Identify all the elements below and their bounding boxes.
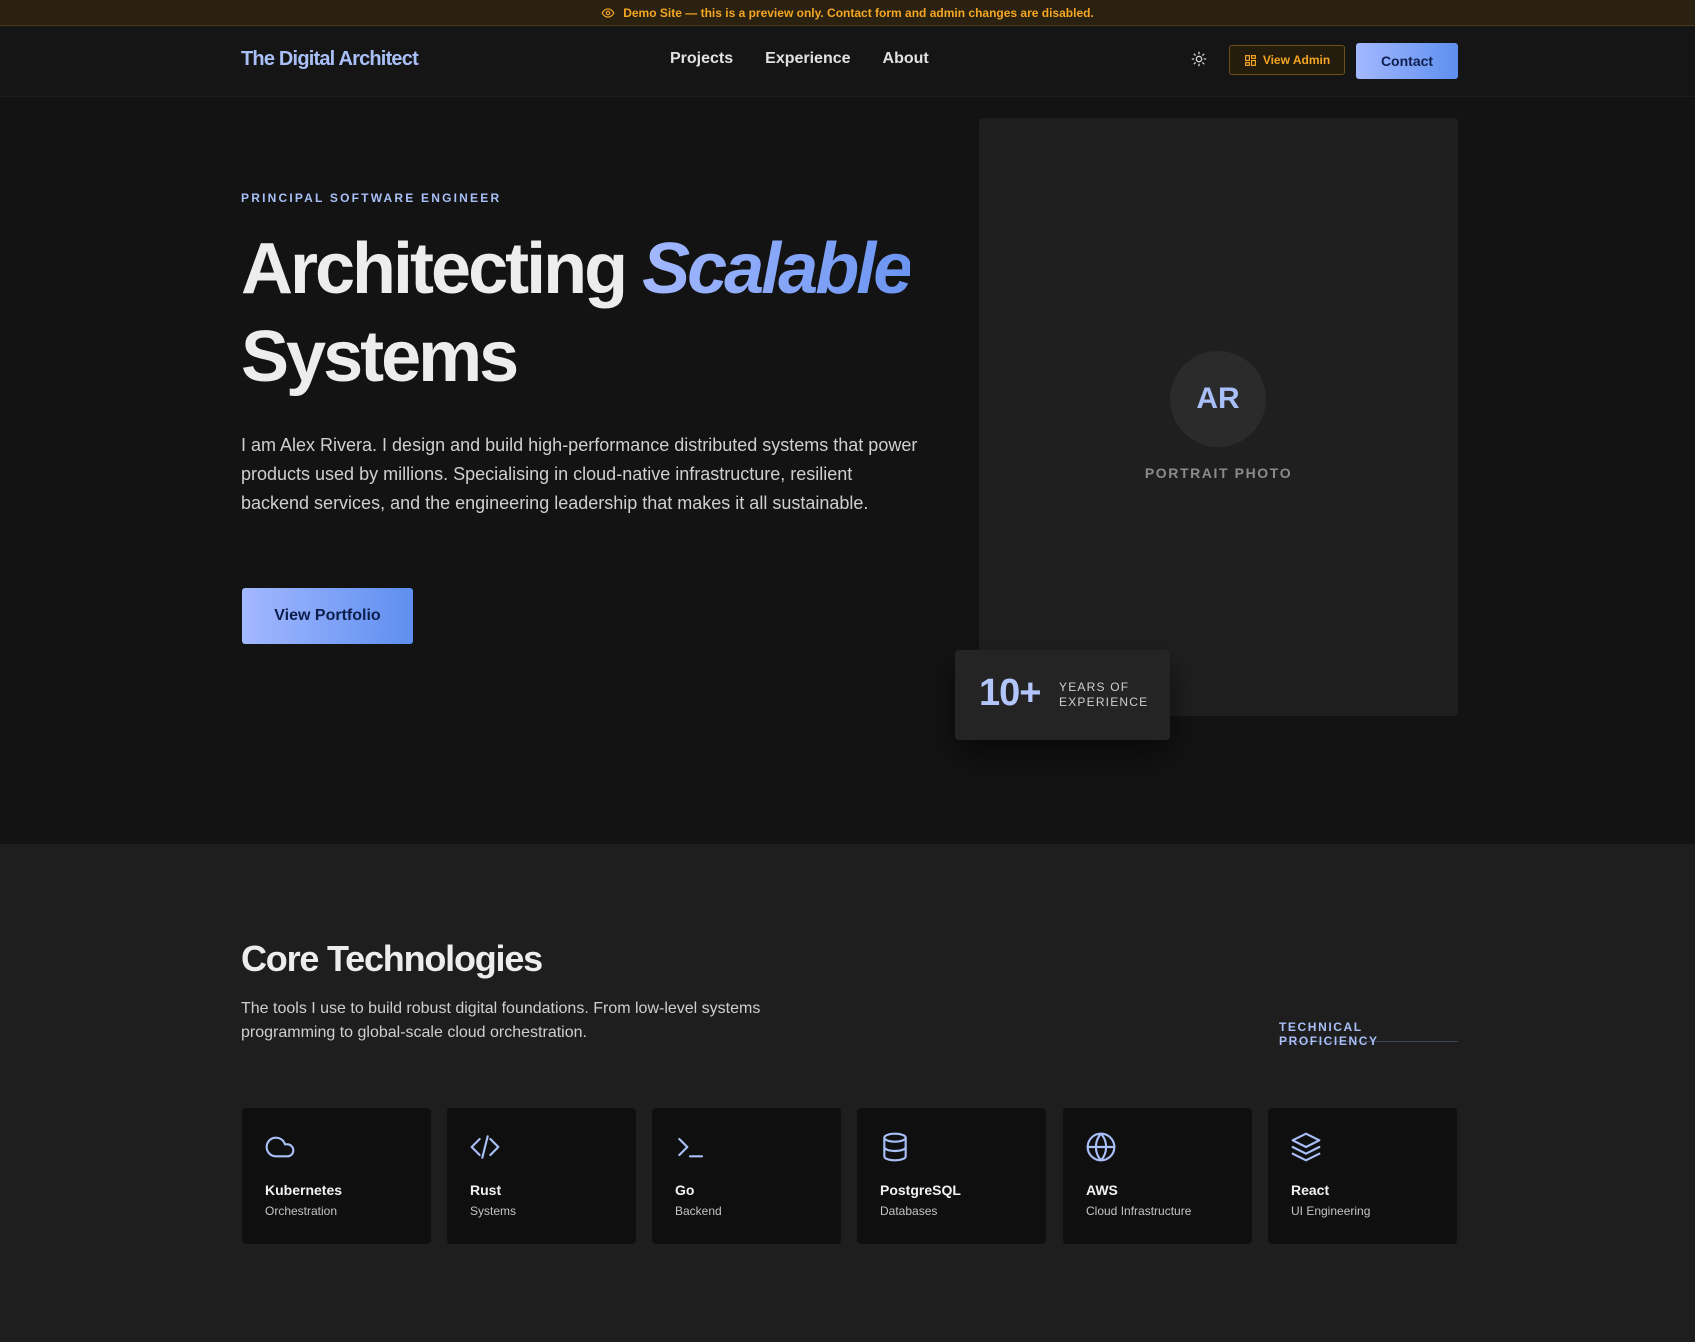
view-portfolio-button[interactable]: View Portfolio	[242, 588, 413, 644]
hero-title-part2: Systems	[241, 317, 519, 397]
experience-number: 10+	[979, 672, 1041, 714]
tech-card-go: Go Backend	[652, 1108, 841, 1244]
nav-link-experience[interactable]: Experience	[765, 50, 850, 68]
tech-name: Rust	[470, 1182, 502, 1198]
technologies-section: Core Technologies The tools I use to bui…	[0, 844, 1695, 1342]
demo-banner: Demo Site — this is a preview only. Cont…	[0, 0, 1695, 26]
technical-proficiency-link[interactable]: TECHNICAL PROFICIENCY	[1279, 1020, 1458, 1048]
theme-toggle-button[interactable]	[1189, 49, 1209, 69]
portrait-label: PORTRAIT PHOTO	[1144, 465, 1293, 481]
tech-card-kubernetes: Kubernetes Orchestration	[242, 1108, 431, 1244]
sun-icon	[1191, 51, 1207, 67]
nav-link-about[interactable]: About	[883, 50, 929, 68]
main-nav: Projects Experience About	[670, 50, 929, 68]
tech-name: Go	[675, 1182, 695, 1198]
globe-icon	[1086, 1132, 1116, 1162]
hero-title: Architecting Scalable Systems	[241, 225, 941, 401]
view-admin-label: View Admin	[1262, 53, 1331, 67]
tech-name: PostgreSQL	[880, 1182, 961, 1198]
dashboard-icon	[1244, 54, 1256, 66]
tech-card-rust: Rust Systems	[447, 1108, 636, 1244]
tech-card-aws: AWS Cloud Infrastructure	[1063, 1108, 1252, 1244]
section-description: The tools I use to build robust digital …	[241, 1000, 761, 1041]
tech-name: Kubernetes	[265, 1182, 343, 1198]
tech-category: Systems	[470, 1204, 517, 1218]
code-icon	[470, 1135, 500, 1159]
experience-card: 10+ YEARS OF EXPERIENCE	[955, 650, 1170, 740]
experience-label: YEARS OF EXPERIENCE	[1059, 680, 1149, 709]
cloud-icon	[265, 1136, 295, 1158]
view-admin-button[interactable]: View Admin	[1229, 45, 1345, 75]
database-icon	[883, 1132, 907, 1162]
layers-icon	[1291, 1132, 1321, 1162]
hero-title-part1: Architecting	[241, 229, 628, 309]
tech-category: Backend	[675, 1204, 722, 1218]
eye-icon	[601, 7, 615, 18]
demo-banner-text: Demo Site — this is a preview only. Cont…	[623, 5, 1094, 20]
tech-name: AWS	[1086, 1182, 1118, 1198]
section-title: Core Technologies	[241, 938, 543, 979]
hero-description: I am Alex Rivera. I design and build hig…	[241, 435, 918, 513]
avatar: AR	[1170, 351, 1266, 447]
tech-category: Orchestration	[265, 1204, 338, 1218]
contact-button[interactable]: Contact	[1356, 43, 1458, 79]
tech-category: UI Engineering	[1291, 1204, 1371, 1218]
tech-card-postgresql: PostgreSQL Databases	[857, 1108, 1046, 1244]
terminal-icon	[678, 1137, 704, 1158]
tech-category: Databases	[880, 1204, 938, 1218]
hero-title-accent: Scalable	[642, 229, 913, 309]
nav-link-projects[interactable]: Projects	[670, 50, 733, 68]
site-header: The Digital Architect Projects Experienc…	[0, 26, 1695, 97]
site-logo[interactable]: The Digital Architect	[241, 48, 419, 71]
tech-category: Cloud Infrastructure	[1086, 1204, 1192, 1218]
tech-name: React	[1291, 1182, 1330, 1198]
hero-eyebrow: PRINCIPAL SOFTWARE ENGINEER	[241, 191, 502, 205]
tech-card-react: React UI Engineering	[1268, 1108, 1457, 1244]
